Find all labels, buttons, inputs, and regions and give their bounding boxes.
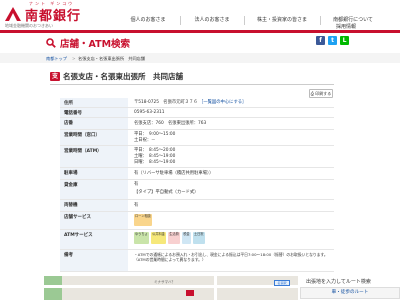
counter-hours-line: 土日祝：－ (134, 138, 156, 143)
twitter-share-icon[interactable]: t (328, 36, 337, 45)
info-row-counter-hours: 営業時間（窓口） 平日： 9:00～15:00 土日祝：－ (60, 130, 334, 146)
atm-services-value: ゆうちょ 公共料金 生活費 税金 土日祝 (132, 230, 332, 249)
branch-type-badge: 支 (50, 72, 60, 81)
print-button[interactable]: ⎙ 印刷する (309, 89, 333, 98)
safe-box-line: 【タイプ】平自動式（カード式） (134, 190, 199, 195)
bank-location-pin-icon[interactable] (186, 290, 194, 296)
info-row-phone: 電話番号 0595-63-2311 (60, 108, 334, 118)
branch-name: 名張支店・名張東出張所 共同店舗 (63, 72, 183, 81)
branch-map[interactable]: ミナサマハ？ 名張駅 (44, 276, 298, 300)
nav-item-investors[interactable]: 株主・投資家の皆さま (246, 14, 318, 26)
info-row-atm-services: ATMサービス ゆうちょ 公共料金 生活費 税金 土日祝 (60, 230, 334, 250)
nanto-logo-icon (5, 7, 21, 21)
info-row-branch-no: 店番 名張支店：760 名張東出張所：763 (60, 118, 334, 130)
route-search-text: 出張地を入力してルート検索 (306, 279, 371, 285)
info-row-safe-box: 貸金庫 有 【タイプ】平自動式（カード式） (60, 180, 334, 200)
search-icon (46, 38, 56, 48)
phone-label: 電話番号 (60, 108, 128, 117)
branch-no-value: 名張支店：760 名張東出張所：763 (134, 121, 207, 126)
nav-divider (180, 16, 181, 25)
atm-tag: 土日祝 (192, 232, 205, 244)
logo-text: 南都銀行 (25, 9, 82, 24)
info-row-services: 店舗サービス ローン相談 (60, 212, 334, 230)
counter-hours-label: 営業時間（窓口） (60, 130, 128, 145)
atm-tag: 公共料金 (151, 232, 166, 244)
breadcrumb-separator: > (72, 56, 76, 61)
phone-value: 0595-63-2311 (134, 110, 165, 115)
nav-divider (244, 16, 245, 25)
services-label: 店舗サービス (60, 212, 128, 229)
parking-label: 駐車場 (60, 168, 128, 179)
header-divider (0, 30, 400, 33)
atm-tag: ゆうちょ (134, 232, 149, 244)
info-row-parking: 駐車場 有（リバーサ駐車場（積店共用駐車場）） (60, 168, 334, 180)
address-text: 〒518-0725 名張市元町３７６ (134, 100, 198, 105)
services-value: ローン相談 (132, 212, 332, 229)
station-label: 名張駅 (274, 280, 290, 286)
logo-tagline: 地域金融機関のおつきあい (5, 23, 53, 28)
notes-value: ・ATMでの通帳によるお預入れ・お引出し、現金による振込は平日7:00～18:0… (134, 252, 328, 262)
facebook-share-icon[interactable]: f (316, 36, 325, 45)
print-label: 印刷する (315, 91, 332, 96)
breadcrumb-home[interactable]: 南都トップ (46, 56, 67, 62)
atm-services-label: ATMサービス (60, 230, 128, 249)
map-park-area (44, 276, 62, 300)
map-road (44, 285, 298, 288)
safe-box-value: 有 【タイプ】平自動式（カード式） (132, 180, 332, 199)
safe-box-line: 有 (134, 182, 139, 187)
site-header: ナント ギンコウ 南都銀行 地域金融機関のおつきあい 個人のお客さま 法人のお客… (0, 0, 400, 33)
safe-box-label: 貸金庫 (60, 180, 128, 199)
info-row-address: 住所 〒518-0725 名張市元町３７６ ［一覧図の中心にする］ (60, 98, 334, 108)
map-label: ミナサマハ？ (154, 280, 175, 284)
atm-hours-line: 日曜： 8:45～19:00 (134, 160, 176, 165)
bank-logo[interactable]: ナント ギンコウ 南都銀行 地域金融機関のおつきあい (5, 1, 115, 29)
info-row-notes: 備考 ・ATMでの通帳によるお預入れ・お引出し、現金による振込は平日7:00～1… (60, 250, 334, 272)
exchange-value: 有 (134, 203, 139, 208)
info-row-atm-hours: 営業時間（ATM） 平日： 8:45～20:00 土曜： 8:45～19:00 … (60, 146, 334, 168)
map-road (214, 276, 217, 300)
address-value: 〒518-0725 名張市元町３７６ ［一覧図の中心にする］ (132, 98, 332, 107)
parking-value: 有（リバーサ駐車場（積店共用駐車場）） (134, 171, 214, 176)
route-search-button[interactable]: 車・徒歩のルート (300, 287, 400, 299)
service-tag-loan: ローン相談 (134, 214, 152, 226)
branch-title-divider (50, 84, 334, 85)
map-center-link[interactable]: ［一覧図の中心にする］ (199, 100, 246, 105)
atm-hours-value: 平日： 8:45～20:00 土曜： 8:45～19:00 日曜： 8:45～1… (132, 146, 332, 167)
page-title: 店舗・ATM検索 (60, 39, 131, 50)
notes-label: 備考 (60, 250, 128, 271)
atm-tag: 生活費 (168, 232, 180, 244)
address-label: 住所 (60, 98, 128, 107)
atm-tag: 税金 (182, 232, 191, 244)
branch-no-label: 店番 (60, 118, 128, 129)
exchange-label: 両替機 (60, 200, 128, 211)
counter-hours-value: 平日： 9:00～15:00 土日祝：－ (132, 130, 332, 145)
breadcrumb-current: 名張支店・名張東出張所 共同店舗 (78, 56, 146, 61)
atm-hours-label: 営業時間（ATM） (60, 146, 128, 167)
info-row-exchange: 両替機 有 (60, 200, 334, 212)
recruit-link[interactable]: 採用情報 (336, 23, 356, 30)
line-share-icon[interactable]: L (340, 36, 349, 45)
nav-item-corporate[interactable]: 法人のお客さま (182, 14, 242, 26)
nav-item-personal[interactable]: 個人のお客さま (118, 14, 178, 26)
route-search-box: 出張地を入力してルート検索 車・徒歩のルート (300, 276, 400, 300)
